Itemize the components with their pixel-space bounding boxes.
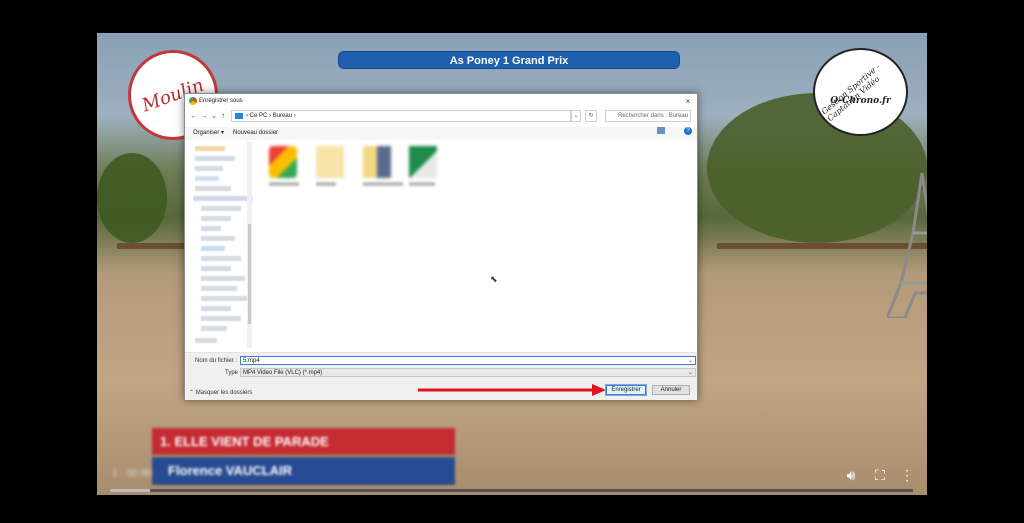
more-options-icon[interactable]: ⋮ [899,467,915,483]
chrome-shortcut-icon [269,146,297,178]
file-label [316,182,336,186]
file-type-dropdown-icon[interactable]: ⌄ [688,369,693,377]
filename-dropdown-icon[interactable]: ⌄ [688,357,693,365]
sidebar-item[interactable] [201,266,231,271]
o-chrono-logo: Gestion Sportive - Captation Vidéo O-Chr… [813,48,908,136]
sidebar-item[interactable] [195,338,217,343]
new-folder-button[interactable]: Nouveau dossier [233,127,278,140]
event-title-banner: As Poney 1 Grand Prix [338,51,680,69]
file-type-select[interactable]: MP4 Video File (VLC) (*.mp4) ⌄ [240,368,696,377]
file-label [409,182,435,186]
player-time-text: 1 · 00:00 [112,468,152,479]
folder-icon [316,146,344,178]
breadcrumb-sep: › [293,113,296,119]
search-input[interactable]: Rechercher dans : Bureau [605,110,691,122]
filename-label: Nom du fichier : [195,358,238,364]
sidebar-item[interactable] [193,196,253,201]
sidebar-item[interactable] [201,216,231,221]
up-arrow-icon[interactable]: ↑ [218,110,228,122]
sidebar-item[interactable] [201,276,245,281]
back-arrow-icon[interactable]: ← [189,110,199,122]
sidebar-item[interactable] [201,316,241,321]
sidebar-item[interactable] [201,236,235,241]
spreadsheet-file-icon [409,146,437,178]
dialog-title: Enregistrer sous [199,98,243,104]
chevron-up-icon: ⌃ [189,390,196,396]
mouse-cursor-icon: ⬉ [490,274,498,284]
volume-icon[interactable]: 🔊︎ [843,467,859,483]
help-icon[interactable]: ? [684,127,692,135]
chrome-icon [189,97,197,105]
sidebar-item[interactable] [201,246,225,251]
eiffel-tower-decoration [887,173,927,318]
navigation-scrollbar-thumb[interactable] [248,224,251,324]
close-icon[interactable]: × [683,95,693,107]
screen: As Poney 1 Grand Prix Moulin Gestion Spo… [0,0,1024,523]
breadcrumb-sep: › [246,113,248,119]
sidebar-item[interactable] [201,296,247,301]
sidebar-item[interactable] [195,156,235,161]
folder-icon [363,146,391,178]
sidebar-item[interactable] [201,326,227,331]
forward-arrow-icon[interactable]: → [199,110,209,122]
sidebar-item[interactable] [201,226,221,231]
view-options-icon[interactable] [657,127,665,134]
file-item[interactable] [316,146,346,186]
sidebar-item[interactable] [201,206,241,211]
organize-menu[interactable]: Organiser ▾ [193,127,224,140]
address-dropdown-icon[interactable]: ⌄ [571,110,581,122]
navigation-row: ← → ⌄ ↑ › Ce PC › Bureau › ⌄ ↻ Recherche… [185,110,697,135]
cancel-button[interactable]: Annuler [652,385,690,395]
file-item[interactable] [269,146,299,186]
lower-third-rider-number: 1. ELLE VIENT DE PARADE [152,428,455,455]
dialog-toolbar: Organiser ▾ Nouveau dossier ? [185,127,697,140]
video-progress-fill [110,489,151,492]
refresh-icon[interactable]: ↻ [585,110,597,122]
pc-icon [235,113,243,119]
save-as-dialog: Enregistrer sous × ← → ⌄ ↑ › Ce PC › Bur… [184,93,698,400]
address-bar[interactable]: › Ce PC › Bureau › [231,110,571,122]
save-button[interactable]: Enregistrer [605,384,647,396]
sidebar-item[interactable] [195,166,223,171]
file-label [269,182,299,186]
type-label: Type : [225,370,242,376]
sidebar-item[interactable] [201,256,241,261]
breadcrumb-ce-pc[interactable]: Ce PC [250,113,268,119]
sidebar-item[interactable] [195,176,219,181]
sidebar-item[interactable] [195,186,231,191]
lower-third-rider-name: Florence VAUCLAIR [152,457,455,485]
tree [97,153,167,243]
sidebar-item[interactable] [195,146,225,151]
hide-folders-toggle[interactable]: ⌃ Masquer les dossiers [189,389,252,396]
video-progress-bar[interactable] [110,489,913,492]
sidebar-item[interactable] [201,306,231,311]
navigation-pane[interactable] [193,142,253,348]
dialog-title-bar[interactable]: Enregistrer sous × [185,94,697,108]
filename-input[interactable]: 5.mp4 ⌄ [240,356,696,365]
breadcrumb-sep: › [269,113,272,119]
breadcrumb-bureau[interactable]: Bureau [273,113,292,119]
file-item[interactable] [409,146,439,186]
file-item[interactable] [363,146,403,186]
file-label [363,182,403,186]
sidebar-item[interactable] [201,286,237,291]
red-arrow-annotation [418,384,606,396]
fullscreen-icon[interactable]: ⛶ [872,467,888,483]
